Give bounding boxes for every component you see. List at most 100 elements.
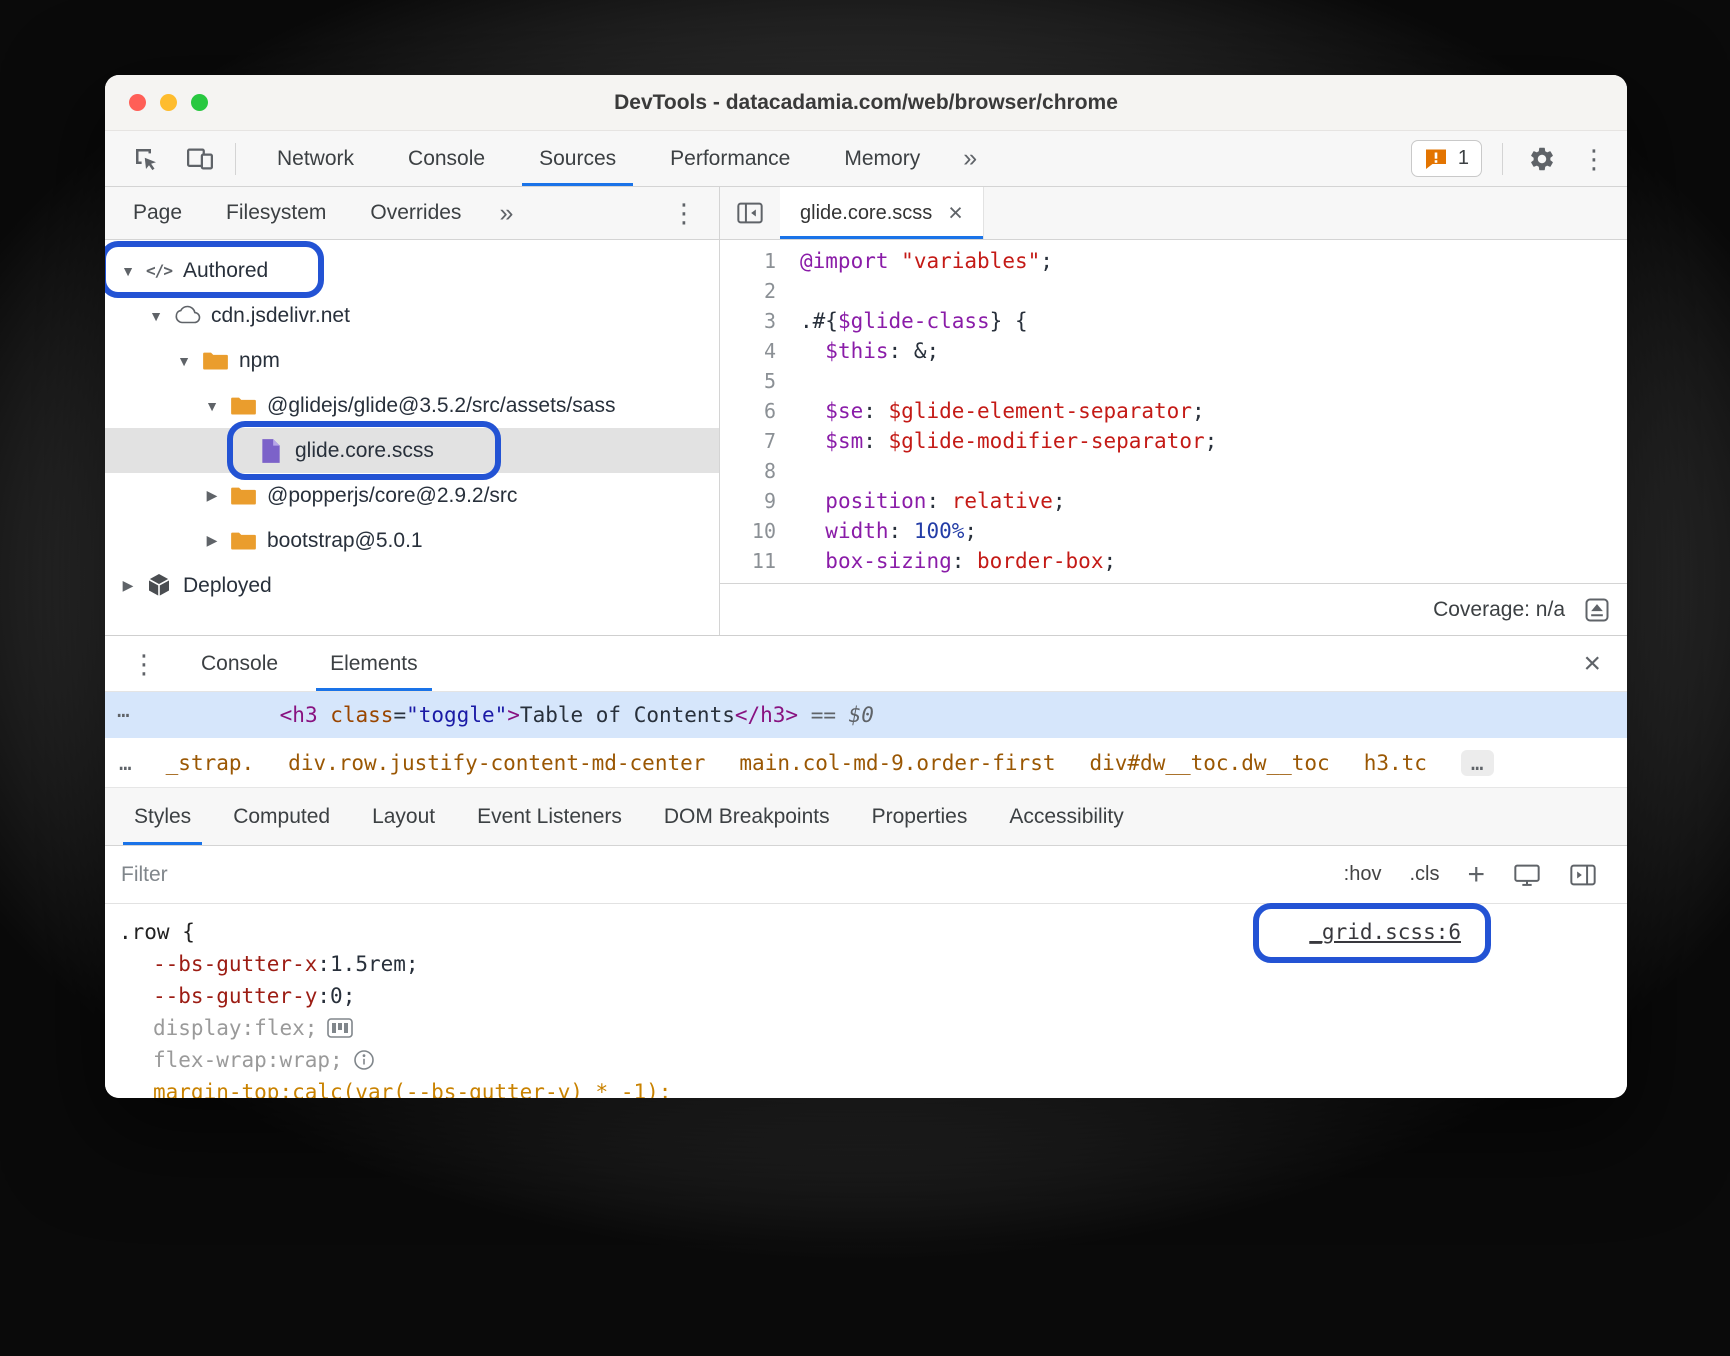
toolbar-tab-network[interactable]: Network <box>250 131 381 186</box>
code-token <box>800 519 825 543</box>
tree-item-glide-core-scss[interactable]: glide.core.scss <box>105 428 719 473</box>
code-line: 3.#{$glide-class} { <box>720 306 1627 336</box>
line-number[interactable]: 10 <box>720 516 800 546</box>
line-number[interactable]: 11 <box>720 546 800 576</box>
toggle-hover-state-button[interactable]: :hov <box>1344 863 1382 886</box>
css-property-value[interactable]: 0 <box>330 980 343 1012</box>
sources-tab-page[interactable]: Page <box>111 201 204 225</box>
code-token: relative <box>952 489 1053 513</box>
line-number[interactable]: 8 <box>720 456 800 486</box>
line-number[interactable]: 9 <box>720 486 800 516</box>
css-property-value[interactable]: flex <box>254 1012 305 1044</box>
css-semicolon: ; <box>659 1076 672 1098</box>
styles-tab-event-listeners[interactable]: Event Listeners <box>456 788 643 845</box>
css-property-name[interactable]: margin-top <box>153 1076 279 1098</box>
drawer-tab-console[interactable]: Console <box>175 636 304 691</box>
css-property-name[interactable]: --bs-gutter-y <box>153 980 317 1012</box>
styles-tab-properties[interactable]: Properties <box>851 788 989 845</box>
code-line: 10 width: 100%; <box>720 516 1627 546</box>
disclosure-arrow-icon[interactable]: ▼ <box>199 398 225 414</box>
disclosure-arrow-icon[interactable]: ▶ <box>115 577 141 594</box>
styles-content: .row { _grid.scss:6 --bs-gutter-x: 1.5re… <box>105 904 1627 1098</box>
code-token: ; <box>964 519 977 543</box>
line-number[interactable]: 4 <box>720 336 800 366</box>
toolbar-tab-performance[interactable]: Performance <box>643 131 817 186</box>
kebab-menu-icon[interactable]: ⋮ <box>1581 146 1607 172</box>
disclosure-arrow-icon[interactable]: ▶ <box>199 532 225 549</box>
disclosure-arrow-icon[interactable]: ▶ <box>199 487 225 504</box>
issues-button[interactable]: 1 <box>1411 140 1482 177</box>
tree-item-glidejs-glide-3-5-2-src-assets-sass[interactable]: ▼@glidejs/glide@3.5.2/src/assets/sass <box>105 383 719 428</box>
sources-tab-overrides[interactable]: Overrides <box>348 201 483 225</box>
monitor-icon[interactable] <box>1513 862 1541 888</box>
open-coverage-icon[interactable] <box>1583 596 1611 624</box>
zoom-window-button[interactable] <box>191 94 208 111</box>
editor-tab[interactable]: glide.core.scss × <box>780 187 984 239</box>
minimize-window-button[interactable] <box>160 94 177 111</box>
device-toolbar-icon[interactable] <box>181 140 219 178</box>
code-line: 2 <box>720 276 1627 306</box>
styles-tab-styles[interactable]: Styles <box>113 788 212 845</box>
code-text: $this: &; <box>800 336 939 366</box>
css-selector[interactable]: .row { <box>119 916 195 948</box>
more-tabs-icon[interactable]: » <box>483 199 529 228</box>
tree-item-cdn-jsdelivr-net[interactable]: ▼cdn.jsdelivr.net <box>105 293 719 338</box>
tree-item-deployed[interactable]: ▶Deployed <box>105 563 719 608</box>
gear-icon[interactable] <box>1523 140 1561 178</box>
breadcrumb-h3-tc[interactable]: h3.tc <box>1364 751 1427 775</box>
flex-editor-icon[interactable] <box>327 1018 353 1038</box>
sidebar-toggle-icon[interactable] <box>1569 862 1597 888</box>
styles-tab-computed[interactable]: Computed <box>212 788 351 845</box>
css-property-name[interactable]: --bs-gutter-x <box>153 948 317 980</box>
kebab-menu-icon[interactable]: ⋮ <box>105 636 175 691</box>
styles-tab-accessibility[interactable]: Accessibility <box>988 788 1144 845</box>
kebab-menu-icon[interactable]: ⋮ <box>671 200 719 226</box>
toolbar-tab-memory[interactable]: Memory <box>817 131 947 186</box>
tree-item-authored[interactable]: ▼</>Authored <box>105 248 719 293</box>
file-tree: ▼</>Authored▼cdn.jsdelivr.net▼npm▼@glide… <box>105 240 719 635</box>
toolbar-tab-sources[interactable]: Sources <box>512 131 643 186</box>
line-number[interactable]: 6 <box>720 396 800 426</box>
css-property-value[interactable]: calc(var(--bs-gutter-y) * -1) <box>292 1076 659 1098</box>
collapse-sidebar-icon[interactable] <box>720 187 780 239</box>
source-link[interactable]: _grid.scss:6 <box>1309 916 1461 948</box>
line-number[interactable]: 5 <box>720 366 800 396</box>
toggle-classes-button[interactable]: .cls <box>1409 863 1439 886</box>
inspect-icon[interactable] <box>127 140 165 178</box>
breadcrumb-div-dw-toc-dw-toc[interactable]: div#dw__toc.dw__toc <box>1089 751 1329 775</box>
close-tab-icon[interactable]: × <box>948 199 963 228</box>
line-number[interactable]: 7 <box>720 426 800 456</box>
close-window-button[interactable] <box>129 94 146 111</box>
styles-tab-layout[interactable]: Layout <box>351 788 456 845</box>
new-style-rule-button[interactable]: + <box>1467 860 1485 890</box>
breadcrumb-main-col-md-9-order-first[interactable]: main.col-md-9.order-first <box>739 751 1055 775</box>
css-property-name[interactable]: flex-wrap <box>153 1044 267 1076</box>
breadcrumb-strap[interactable]: _strap. <box>166 751 255 775</box>
filter-input[interactable] <box>121 863 1316 887</box>
css-property-name[interactable]: display <box>153 1012 242 1044</box>
code-area[interactable]: 1@import "variables";23.#{$glide-class} … <box>720 240 1627 583</box>
styles-tab-dom-breakpoints[interactable]: DOM Breakpoints <box>643 788 851 845</box>
disclosure-arrow-icon[interactable]: ▼ <box>171 353 197 369</box>
css-property-value[interactable]: 1.5rem <box>330 948 406 980</box>
close-drawer-icon[interactable]: × <box>1583 636 1627 691</box>
line-number[interactable]: 2 <box>720 276 800 306</box>
drawer-tab-elements[interactable]: Elements <box>304 636 444 691</box>
disclosure-arrow-icon[interactable]: ▼ <box>143 308 169 324</box>
css-property-value[interactable]: wrap <box>279 1044 330 1076</box>
selected-element-row[interactable]: ⋯ <h3 class="toggle">Table of Contents</… <box>105 692 1627 738</box>
breadcrumb-div-row-justify-content-md-center[interactable]: div.row.justify-content-md-center <box>288 751 705 775</box>
code-token: ; <box>1053 489 1066 513</box>
tree-item-popperjs-core-2-9-2-src[interactable]: ▶@popperjs/core@2.9.2/src <box>105 473 719 518</box>
disclosure-arrow-icon[interactable]: ▼ <box>115 263 141 279</box>
breadcrumb-ellipsis[interactable]: … <box>119 751 132 775</box>
breadcrumb-ellipsis[interactable]: … <box>1461 750 1494 776</box>
line-number[interactable]: 3 <box>720 306 800 336</box>
more-panels-icon[interactable]: » <box>947 131 993 186</box>
tree-item-npm[interactable]: ▼npm <box>105 338 719 383</box>
tree-item-label: bootstrap@5.0.1 <box>267 529 423 553</box>
toolbar-tab-console[interactable]: Console <box>381 131 512 186</box>
line-number[interactable]: 1 <box>720 246 800 276</box>
sources-tab-filesystem[interactable]: Filesystem <box>204 201 348 225</box>
tree-item-bootstrap-5-0-1[interactable]: ▶ bootstrap@5.0.1 <box>105 518 719 563</box>
